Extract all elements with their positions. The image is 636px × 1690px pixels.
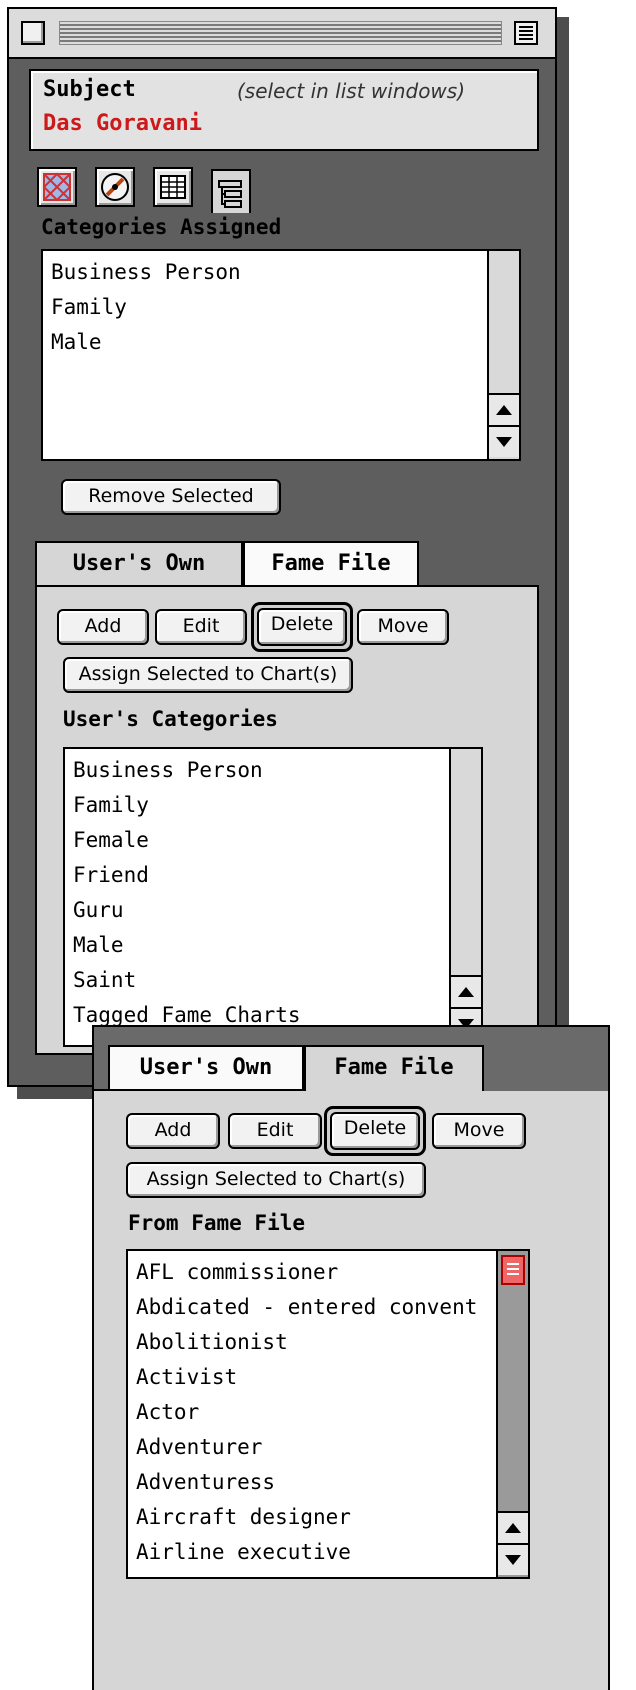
- scroll-thumb[interactable]: [501, 1255, 525, 1285]
- scroll-down-button[interactable]: [498, 1543, 528, 1575]
- list-item[interactable]: Male: [51, 325, 241, 360]
- list-item[interactable]: Adventuress: [136, 1465, 477, 1500]
- assigned-title: Categories Assigned: [41, 215, 282, 239]
- title-bar[interactable]: [9, 9, 555, 59]
- list-item[interactable]: Aircraft designer: [136, 1500, 477, 1535]
- fame-categories-title: From Fame File: [128, 1211, 306, 1235]
- delete-button[interactable]: Delete: [324, 1106, 426, 1156]
- list-item[interactable]: Adventurer: [136, 1430, 477, 1465]
- delete-button-label: Delete: [257, 608, 347, 646]
- subject-name: Das Goravani: [43, 111, 202, 136]
- list-item[interactable]: Business Person: [51, 255, 241, 290]
- title-bar-stripes: [59, 21, 502, 45]
- user-categories-title: User's Categories: [63, 707, 278, 731]
- fame-categories-items: AFL commissioner Abdicated - entered conv…: [136, 1255, 477, 1570]
- fame-categories-list[interactable]: AFL commissioner Abdicated - entered conv…: [126, 1249, 530, 1579]
- assign-to-chart-button[interactable]: Assign Selected to Chart(s): [63, 657, 353, 693]
- categories-window: Subject (select in list windows) Das Gor…: [7, 7, 557, 1087]
- overlay-panel-top-border: [94, 1089, 304, 1091]
- move-button[interactable]: Move: [432, 1113, 526, 1149]
- edit-button[interactable]: Edit: [155, 609, 247, 645]
- remove-selected-button[interactable]: Remove Selected: [61, 479, 281, 515]
- list-item[interactable]: Actor: [136, 1395, 477, 1430]
- tab-fame-file[interactable]: Fame File: [304, 1045, 484, 1091]
- fame-categories-scrollbar[interactable]: [496, 1251, 528, 1577]
- assign-to-chart-button[interactable]: Assign Selected to Chart(s): [126, 1162, 426, 1198]
- category-tree-icon[interactable]: [211, 169, 251, 213]
- list-item[interactable]: Business Person: [73, 753, 301, 788]
- list-item[interactable]: Male: [73, 928, 301, 963]
- subject-hint: (select in list windows): [237, 79, 466, 103]
- delete-button[interactable]: Delete: [251, 602, 353, 652]
- subject-box: Subject (select in list windows) Das Gor…: [29, 69, 539, 151]
- user-categories-items: Business Person Family Female Friend Guru Mal…: [73, 753, 301, 1033]
- delete-button-label: Delete: [330, 1112, 420, 1150]
- grid-wheel-icon[interactable]: [37, 167, 77, 207]
- tab-users-own[interactable]: User's Own: [108, 1045, 304, 1091]
- list-item[interactable]: Female: [73, 823, 301, 858]
- users-own-panel: Add Edit Delete Move Assign Selected to …: [35, 585, 539, 1055]
- list-item[interactable]: Abolitionist: [136, 1325, 477, 1360]
- scroll-down-button[interactable]: [489, 425, 519, 457]
- table-icon[interactable]: [153, 167, 193, 207]
- user-categories-scrollbar[interactable]: [449, 749, 481, 1045]
- scroll-up-button[interactable]: [489, 393, 519, 425]
- list-item[interactable]: Family: [73, 788, 301, 823]
- list-item[interactable]: Friend: [73, 858, 301, 893]
- list-item[interactable]: Saint: [73, 963, 301, 998]
- tab-users-own[interactable]: User's Own: [35, 541, 243, 587]
- add-button[interactable]: Add: [57, 609, 149, 645]
- list-item[interactable]: Activist: [136, 1360, 477, 1395]
- subject-label: Subject: [43, 77, 136, 102]
- fame-file-overlay: User's Own Fame File Add Edit Delete Mov…: [92, 1025, 610, 1690]
- edit-button[interactable]: Edit: [228, 1113, 322, 1149]
- user-categories-list[interactable]: Business Person Family Female Friend Guru Mal…: [63, 747, 483, 1047]
- close-box-icon[interactable]: [21, 21, 45, 45]
- compass-icon[interactable]: [95, 167, 135, 207]
- scroll-up-button[interactable]: [451, 975, 481, 1007]
- list-item[interactable]: Guru: [73, 893, 301, 928]
- list-item[interactable]: Abdicated - entered convent: [136, 1290, 477, 1325]
- tab-fame-file[interactable]: Fame File: [243, 541, 419, 587]
- collapse-box-icon[interactable]: [514, 21, 538, 45]
- assigned-items: Business Person Family Male: [51, 255, 241, 360]
- move-button[interactable]: Move: [357, 609, 449, 645]
- add-button[interactable]: Add: [126, 1113, 220, 1149]
- list-item[interactable]: Airline executive: [136, 1535, 477, 1570]
- assigned-scrollbar[interactable]: [487, 251, 519, 459]
- scroll-up-button[interactable]: [498, 1511, 528, 1543]
- list-item[interactable]: Family: [51, 290, 241, 325]
- list-item[interactable]: AFL commissioner: [136, 1255, 477, 1290]
- assigned-list[interactable]: Business Person Family Male: [41, 249, 521, 461]
